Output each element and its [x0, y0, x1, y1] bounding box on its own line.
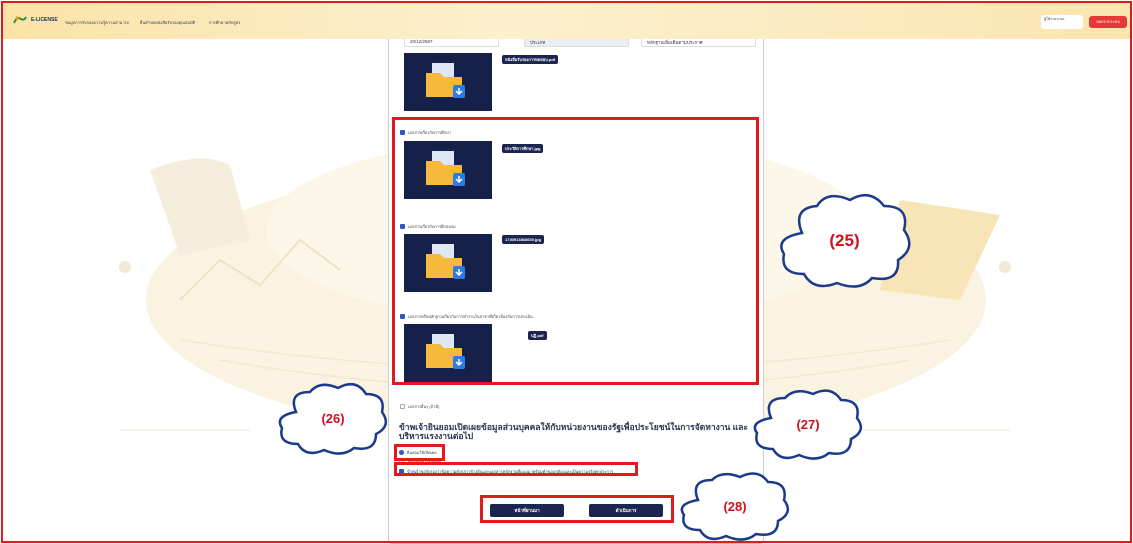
logo-icon — [13, 16, 27, 24]
annotation-cloud-25: (25) — [772, 188, 917, 293]
document-thumbnail[interactable] — [404, 53, 492, 111]
annotation-box-consent — [394, 444, 445, 461]
brand-logo[interactable]: E-LICENSE — [13, 15, 58, 25]
consent-statement: ข้าพเจ้ายินยอมเปิดเผยข้อมูลส่วนบุคคลให้ก… — [399, 422, 748, 441]
annotation-cloud-27: (27) — [749, 385, 867, 463]
annotation-label: (27) — [796, 416, 820, 432]
annotation-box-certify — [394, 462, 638, 476]
annotation-cloud-28: (28) — [676, 468, 794, 544]
nav-item-apply[interactable]: ยื่นคำขอหนังสือรับรองคุณสมบัติ — [140, 19, 195, 26]
annotation-cloud-26: (26) — [274, 378, 392, 458]
user-menu[interactable]: ผู้ใช้งานระบบ — [1041, 15, 1083, 29]
uploaded-file-name[interactable]: หนังสือรับรองการทดสอบ.pdf — [502, 55, 559, 64]
annotation-label: (28) — [723, 498, 747, 514]
nav-item-courses[interactable]: การศึกษาหลักสูตร — [209, 19, 240, 26]
brand-name: E-LICENSE — [31, 17, 58, 23]
nav-item-certification[interactable]: ขอมูลการรับรองความรู้ความสามารถ — [65, 19, 129, 26]
other-document-label[interactable]: เอกสารอื่นๆ (ถ้ามี) — [400, 403, 439, 410]
top-navigation-bar: E-LICENSE ขอมูลการรับรองความรู้ความสามาร… — [3, 3, 1130, 39]
checkbox-unchecked[interactable] — [400, 404, 405, 409]
annotation-box-buttons — [480, 495, 674, 523]
annotation-label: (25) — [829, 230, 860, 250]
annotation-label: (26) — [321, 410, 345, 426]
other-document-text: เอกสารอื่นๆ (ถ้ามี) — [408, 404, 440, 409]
logout-button[interactable]: ออกจากระบบ — [1089, 16, 1127, 28]
folder-download-icon — [426, 63, 465, 98]
annotation-box-documents — [392, 117, 759, 385]
